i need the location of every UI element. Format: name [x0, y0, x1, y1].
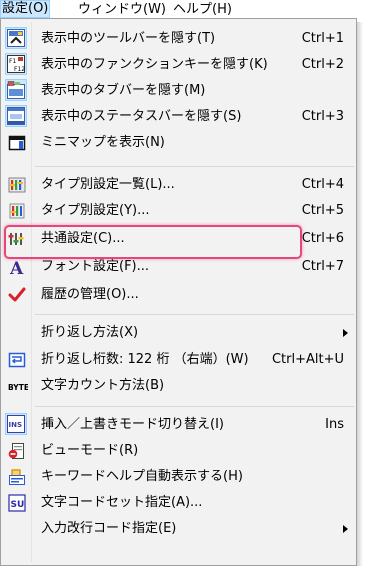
menu-separator — [35, 314, 354, 315]
ins-icon-text: INS — [9, 421, 23, 429]
menu-window[interactable]: ウィンドウ(W) — [78, 1, 166, 18]
menu-item-history[interactable]: 履歴の管理(O)... — [3, 282, 354, 308]
menu-item-label: 表示中のステータスバーを隠す(S) — [41, 109, 242, 124]
menu-item-char-count-method[interactable]: BYTE 文字カウント方法(B) — [3, 373, 354, 399]
menu-item-label: 文字コードセット指定(A)... — [41, 495, 203, 510]
menu-item-label: 折り返し桁数: 122 桁 （右端）(W) — [41, 352, 249, 367]
menu-item-hide-toolbar[interactable]: 表示中のツールバーを隠す(T) Ctrl+1 — [3, 26, 354, 52]
toolbar-icon — [5, 27, 27, 49]
function-keys-icon: F1 F12 — [5, 53, 27, 75]
font-icon-glyph: A — [9, 259, 24, 276]
menu-item-shortcut: Ctrl+6 — [301, 231, 344, 246]
menu-item-wrap-method[interactable]: 折り返し方法(X) — [3, 320, 354, 346]
wrap-column-icon — [8, 351, 27, 370]
su-icon-text: SU — [11, 500, 25, 510]
menu-item-shortcut: Ctrl+3 — [301, 109, 344, 124]
menu-separator — [35, 166, 354, 167]
minimap-icon — [8, 134, 27, 153]
menu-item-hide-tabbar[interactable]: 表示中のタブバーを隠す(M) — [3, 78, 354, 104]
insert-mode-icon: INS — [5, 413, 27, 435]
menu-item-label: タイプ別設定(Y)... — [41, 203, 150, 218]
menu-item-show-minimap[interactable]: ミニマップを表示(N) — [3, 130, 354, 156]
menu-settings[interactable]: 設定(O) — [0, 0, 51, 18]
view-mode-icon — [8, 442, 27, 461]
menu-bar: 設定(O) ウィンドウ(W) ヘルプ(H) — [0, 0, 365, 19]
menu-shadow — [357, 22, 363, 566]
menu-item-label: ビューモード(R) — [41, 443, 139, 458]
keyword-help-icon — [8, 468, 27, 487]
menu-item-label: 入力改行コード指定(E) — [41, 521, 177, 536]
menu-item-type-settings[interactable]: タイプ別設定(Y)... Ctrl+5 — [3, 198, 354, 224]
highlight-common-settings — [4, 225, 302, 259]
byte-icon-text: BYTE — [8, 383, 28, 392]
menu-item-shortcut: Ctrl+1 — [301, 31, 344, 46]
menu-item-label: 表示中のファンクションキーを隠す(K) — [41, 57, 268, 72]
menu-item-label: 表示中のツールバーを隠す(T) — [41, 31, 216, 46]
submenu-arrow-icon — [343, 525, 348, 533]
svg-text:F1: F1 — [9, 58, 16, 65]
history-check-icon — [8, 286, 27, 305]
menu-item-view-mode[interactable]: ビューモード(R) — [3, 438, 354, 464]
menu-item-shortcut: Ctrl+4 — [301, 177, 344, 192]
settings-dropdown-menu: 表示中のツールバーを隠す(T) Ctrl+1 F1 F12 表示中のファンクショ… — [0, 18, 357, 566]
menu-item-shortcut: Ctrl+Alt+U — [271, 352, 344, 367]
statusbar-icon — [5, 105, 27, 127]
menu-item-label: キーワードヘルプ自動表示する(H) — [41, 469, 243, 484]
menu-item-shortcut: Ctrl+5 — [301, 203, 344, 218]
font-icon: A — [8, 258, 27, 279]
charset-icon: SU — [8, 494, 27, 513]
menu-item-wrap-column[interactable]: 折り返し桁数: 122 桁 （右端）(W) Ctrl+Alt+U — [3, 347, 354, 373]
menu-item-shortcut: Ctrl+2 — [301, 57, 344, 72]
menu-help[interactable]: ヘルプ(H) — [173, 1, 232, 18]
menu-item-label: 挿入／上書きモード切り替え(I) — [41, 417, 224, 432]
menu-item-newline-code[interactable]: 入力改行コード指定(E) — [3, 516, 354, 542]
menu-item-charset[interactable]: SU 文字コードセット指定(A)... — [3, 490, 354, 516]
menu-item-type-settings-list[interactable]: タイプ別設定一覧(L)... Ctrl+4 — [3, 172, 354, 198]
submenu-arrow-icon — [343, 329, 348, 337]
menu-item-shortcut: Ctrl+7 — [301, 259, 344, 274]
menu-item-shortcut: Ins — [325, 417, 344, 432]
svg-text:F12: F12 — [14, 66, 25, 73]
menu-item-label: 履歴の管理(O)... — [41, 287, 139, 302]
menu-item-label: 文字カウント方法(B) — [41, 378, 165, 393]
type-settings-icon — [8, 202, 27, 221]
menu-item-label: 表示中のタブバーを隠す(M) — [41, 83, 206, 98]
byte-count-icon: BYTE — [8, 377, 29, 396]
menu-item-label: ミニマップを表示(N) — [41, 135, 165, 150]
menu-item-label: 折り返し方法(X) — [41, 325, 139, 340]
menu-item-label: タイプ別設定一覧(L)... — [41, 177, 175, 192]
menu-item-insert-overwrite[interactable]: INS 挿入／上書きモード切り替え(I) Ins — [3, 412, 354, 438]
menu-item-hide-statusbar[interactable]: 表示中のステータスバーを隠す(S) Ctrl+3 — [3, 104, 354, 130]
menu-separator — [35, 406, 354, 407]
menu-item-keyword-help[interactable]: キーワードヘルプ自動表示する(H) — [3, 464, 354, 490]
tabbar-icon — [5, 79, 27, 101]
type-settings-list-icon — [8, 176, 27, 195]
menu-item-hide-function-keys[interactable]: F1 F12 表示中のファンクションキーを隠す(K) Ctrl+2 — [3, 52, 354, 78]
